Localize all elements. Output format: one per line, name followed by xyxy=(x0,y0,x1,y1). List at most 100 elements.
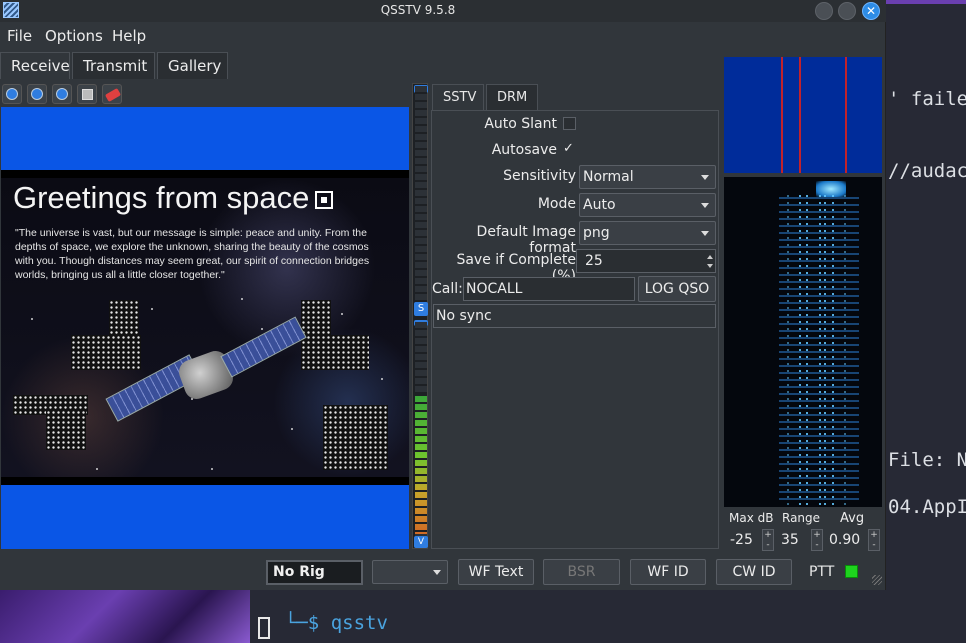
erase-icon xyxy=(104,88,122,102)
rig-status: No Rig xyxy=(266,560,363,585)
volume-meter-fill xyxy=(415,394,427,534)
close-icon: ✕ xyxy=(865,4,877,18)
terminal-line: 04.AppI xyxy=(888,496,966,518)
tab-transmit[interactable]: Transmit xyxy=(72,52,155,79)
waterfall-trace xyxy=(844,195,846,505)
menu-help[interactable]: Help xyxy=(112,27,146,45)
prompt-command: qsstv xyxy=(330,612,388,634)
volume-handle[interactable]: V xyxy=(414,536,428,548)
tab-drm[interactable]: DRM xyxy=(486,84,538,110)
minus-icon[interactable]: - xyxy=(872,540,875,550)
wf-id-button[interactable]: WF ID xyxy=(630,559,706,585)
plus-icon[interactable]: + xyxy=(764,530,772,540)
image-quote: "The universe is vast, but our message i… xyxy=(15,227,370,281)
status-bar: No Rig WF Text BSR WF ID CW ID PTT xyxy=(0,556,886,590)
arrow-up-icon[interactable] xyxy=(707,255,713,259)
save-icon xyxy=(82,89,93,100)
sensitivity-select[interactable]: Normal xyxy=(579,165,716,189)
chevron-down-icon xyxy=(701,203,709,208)
max-db-stepper[interactable]: + - xyxy=(762,529,774,551)
tab-sstv[interactable]: SSTV xyxy=(432,84,484,110)
image-format-select[interactable]: png xyxy=(579,221,716,245)
stop-button[interactable] xyxy=(27,84,47,104)
minus-icon[interactable]: - xyxy=(766,540,769,550)
auto-slant-checkbox[interactable] xyxy=(563,117,576,130)
desktop-wallpaper-strip xyxy=(885,0,966,4)
save-complete-value: 25 xyxy=(585,253,603,269)
sync-track xyxy=(415,86,427,306)
sensitivity-label: Sensitivity xyxy=(503,168,576,184)
tab-receive[interactable]: Receive xyxy=(0,52,70,79)
bsr-button[interactable]: BSR xyxy=(543,559,620,585)
waterfall-display[interactable] xyxy=(724,177,882,507)
spectrum-display[interactable] xyxy=(724,57,882,173)
plus-icon[interactable]: + xyxy=(813,530,821,540)
desktop-wallpaper xyxy=(0,590,250,643)
play-icon xyxy=(6,88,18,100)
frequency-marker xyxy=(799,57,801,173)
terminal-prompt: └─$ qsstv xyxy=(262,590,388,634)
sync-level-slider[interactable]: S V xyxy=(412,83,428,549)
stop-icon xyxy=(31,88,43,100)
chevron-down-icon xyxy=(701,231,709,236)
arrow-down-icon[interactable] xyxy=(707,264,713,268)
waterfall-trace xyxy=(819,195,821,505)
minimize-button[interactable] xyxy=(815,2,833,20)
save-complete-spinbox[interactable]: 25 xyxy=(576,249,716,273)
noise-block xyxy=(323,405,388,470)
menu-file[interactable]: File xyxy=(7,27,32,45)
minus-icon[interactable]: - xyxy=(815,540,818,550)
range-label: Range xyxy=(782,511,821,525)
waterfall-trace xyxy=(832,195,834,505)
waterfall-trace xyxy=(824,195,826,505)
terminal-cursor[interactable] xyxy=(258,617,270,639)
autosave-checkbox[interactable]: ✓ xyxy=(563,142,576,156)
start-button[interactable] xyxy=(2,84,22,104)
maximize-button[interactable] xyxy=(838,2,856,20)
restart-button[interactable] xyxy=(52,84,72,104)
max-db-value[interactable]: -25 xyxy=(730,532,753,554)
terminal-line: //audac xyxy=(888,160,966,182)
range-value[interactable]: 35 xyxy=(781,532,799,554)
noise-block xyxy=(46,410,86,450)
image-title-text: Greetings from space xyxy=(13,180,310,215)
avg-stepper[interactable]: + - xyxy=(868,529,880,551)
noise-block xyxy=(301,335,369,370)
status-select[interactable] xyxy=(372,560,448,584)
autosave-label: Autosave xyxy=(491,142,557,158)
cw-id-button[interactable]: CW ID xyxy=(716,559,792,585)
resize-grip[interactable] xyxy=(872,575,882,585)
max-db-label: Max dB xyxy=(729,511,774,525)
range-stepper[interactable]: + - xyxy=(811,529,823,551)
qsstv-window: QSSTV 9.5.8 ✕ File Options Help Receive … xyxy=(0,0,886,590)
chevron-down-icon xyxy=(701,175,709,180)
volume-meter xyxy=(415,322,427,548)
prompt-branch: └─ xyxy=(284,612,308,634)
avg-value[interactable]: 0.90 xyxy=(829,532,860,554)
save-button[interactable] xyxy=(77,84,97,104)
sync-handle[interactable]: S xyxy=(414,302,428,316)
terminal-line: File: N xyxy=(888,449,966,471)
mode-select[interactable]: Auto xyxy=(579,193,716,217)
image-title: Greetings from space xyxy=(13,180,334,216)
tab-gallery[interactable]: Gallery xyxy=(157,52,228,79)
close-button[interactable]: ✕ xyxy=(862,2,880,20)
window-title: QSSTV 9.5.8 xyxy=(380,3,456,17)
title-bar[interactable]: QSSTV 9.5.8 ✕ xyxy=(0,0,886,22)
satellite-illustration xyxy=(105,316,307,425)
received-image: Greetings from space "The universe is va… xyxy=(1,107,409,549)
waterfall-trace xyxy=(787,195,789,505)
call-input[interactable]: NOCALL xyxy=(463,277,635,301)
auto-slant-label: Auto Slant xyxy=(484,116,557,132)
sync-status: No sync xyxy=(433,304,716,328)
erase-button[interactable] xyxy=(102,84,122,104)
plus-icon[interactable]: + xyxy=(870,530,878,540)
chevron-down-icon xyxy=(433,570,441,575)
menu-options[interactable]: Options xyxy=(45,27,103,45)
wf-text-button[interactable]: WF Text xyxy=(458,559,534,585)
prompt-dollar: $ xyxy=(307,612,320,634)
restart-icon xyxy=(56,88,68,100)
waterfall-trace xyxy=(799,195,801,505)
ptt-indicator xyxy=(845,565,858,578)
log-qso-button[interactable]: LOG QSO xyxy=(638,276,716,302)
